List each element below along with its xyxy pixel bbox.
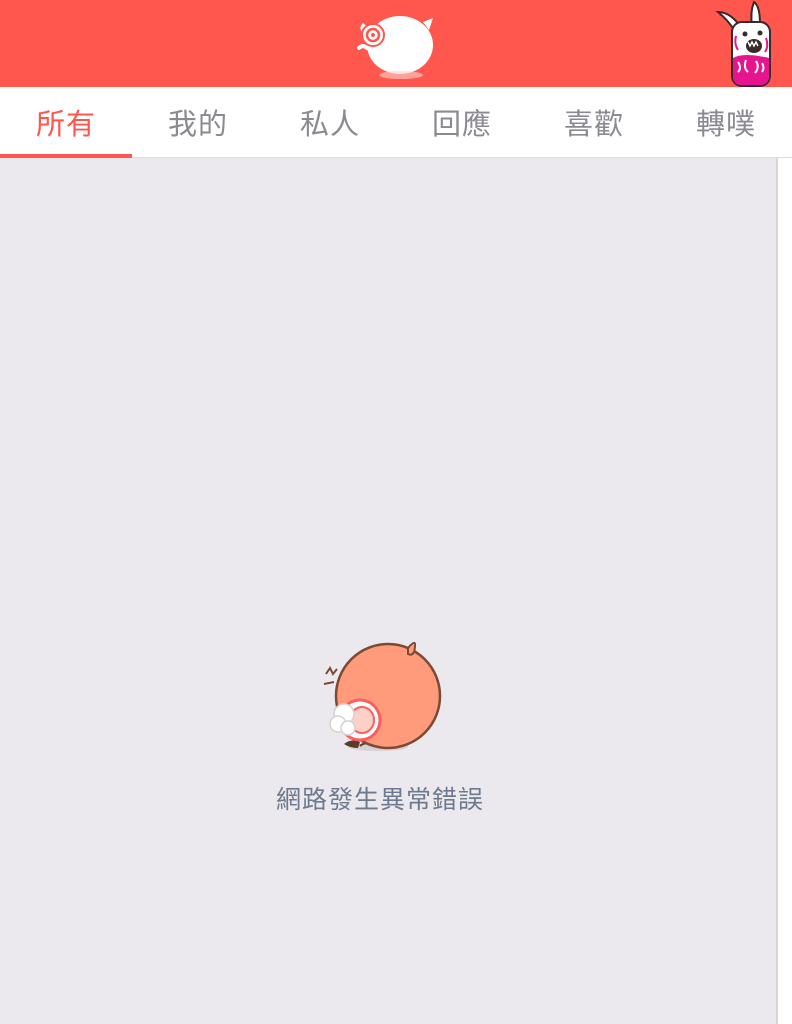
tab-label: 轉噗: [695, 107, 756, 141]
fallen-pig-mascot-icon: [323, 641, 442, 751]
tab-label: 回應: [431, 107, 492, 141]
app-root: 所有 我的 私人 回應 喜歡 轉噗 網路發生異常錯誤: [0, 0, 792, 1024]
tab-likes[interactable]: 喜歡: [528, 87, 660, 157]
scrollbar[interactable]: [776, 158, 792, 1024]
tab-label: 私人: [299, 107, 360, 141]
tab-responses[interactable]: 回應: [396, 87, 528, 157]
tab-label: 喜歡: [563, 107, 624, 141]
tab-mine[interactable]: 我的: [132, 87, 264, 157]
tab-label: 我的: [167, 107, 228, 141]
tab-bar: 所有 我的 私人 回應 喜歡 轉噗: [0, 87, 792, 158]
timeline-content: [0, 158, 776, 1024]
header-bar: [0, 0, 792, 87]
network-error-message: 網路發生異常錯誤: [275, 785, 484, 814]
tab-private[interactable]: 私人: [264, 87, 396, 157]
pig-mascot-logo-icon[interactable]: [353, 8, 439, 80]
screaming-monster-avatar-icon[interactable]: [712, 0, 774, 87]
tab-all[interactable]: 所有: [0, 87, 132, 158]
tab-replurks[interactable]: 轉噗: [660, 87, 792, 157]
tab-label: 所有: [35, 107, 96, 141]
